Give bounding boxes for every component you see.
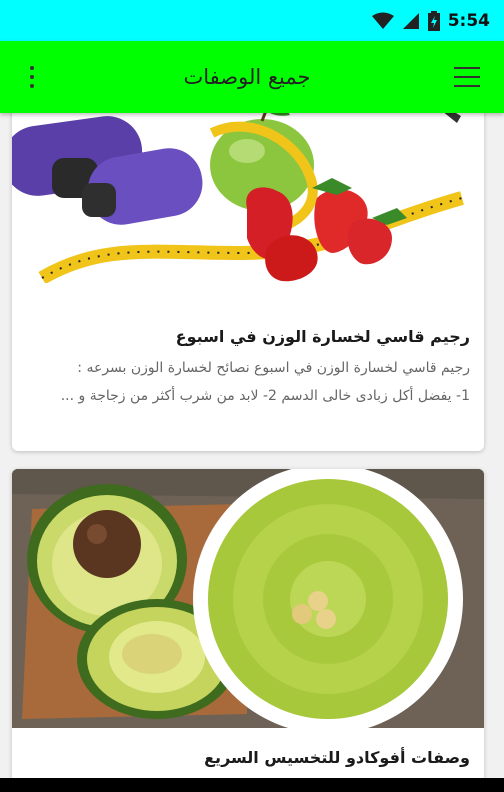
- recipe-title: رجيم قاسي لخسارة الوزن في اسبوع: [175, 327, 470, 346]
- cellular-signal-icon: [402, 12, 419, 29]
- page-title: جميع الوصفات: [183, 65, 311, 89]
- wifi-icon: [371, 12, 394, 29]
- recipe-description-line: 1- يفضل أكل زبادى خالى الدسم 2- لابد من …: [60, 388, 470, 404]
- recipe-description-line: رجيم قاسي لخسارة الوزن في اسبوع نصائح لخ…: [77, 360, 470, 376]
- recipe-list[interactable]: رجيم قاسي لخسارة الوزن في اسبوع رجيم قاس…: [0, 113, 504, 778]
- hamburger-menu-icon[interactable]: [453, 67, 480, 87]
- app-bar: جميع الوصفات: [0, 41, 504, 113]
- status-bar: 5:54: [0, 0, 504, 41]
- overflow-menu-icon[interactable]: [24, 62, 40, 92]
- navigation-bar: [0, 778, 504, 792]
- recipe-title: وصفات أفوكادو للتخسيس السريع: [204, 748, 470, 767]
- recipe-image-diet: [12, 113, 484, 283]
- recipe-image-avocado: [12, 469, 484, 728]
- recipe-card[interactable]: رجيم قاسي لخسارة الوزن في اسبوع رجيم قاس…: [12, 113, 484, 451]
- recipe-description: رجيم قاسي لخسارة الوزن في اسبوع نصائح لخ…: [26, 354, 470, 410]
- battery-icon: [427, 10, 440, 31]
- status-time: 5:54: [447, 10, 490, 31]
- recipe-card[interactable]: وصفات أفوكادو للتخسيس السريع: [12, 469, 484, 778]
